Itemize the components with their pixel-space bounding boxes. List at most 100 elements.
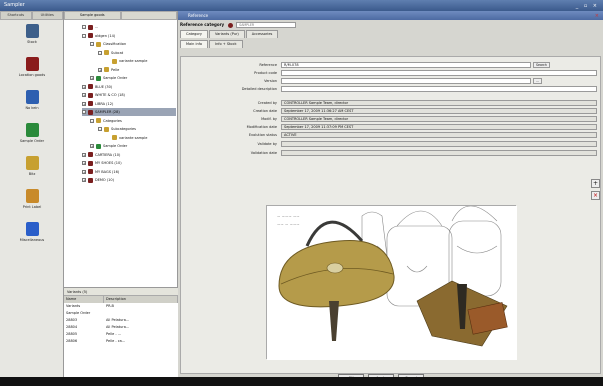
variants-rows: Variants PR-B Sample Order 28803 All Pelatur… bbox=[64, 303, 178, 345]
collapse-icon[interactable]: - bbox=[98, 127, 102, 131]
cell-name: 28803 bbox=[66, 318, 78, 322]
collapse-icon[interactable]: - bbox=[98, 50, 102, 55]
tab-category[interactable]: Category bbox=[180, 30, 208, 38]
expand-icon[interactable]: + bbox=[98, 67, 102, 72]
field-button[interactable]: Search bbox=[533, 61, 550, 68]
tree-node-label: Sample Order bbox=[103, 76, 128, 80]
table-row[interactable]: Variants PR-B bbox=[64, 303, 178, 310]
tab-main-info[interactable]: Main info bbox=[180, 40, 209, 48]
tree-node[interactable]: + BLUE (30) bbox=[82, 83, 176, 91]
tree-node[interactable]: -... bbox=[82, 23, 176, 31]
collapse-icon[interactable]: - bbox=[82, 25, 86, 29]
reference-category-field[interactable]: SAMPLER bbox=[236, 22, 297, 28]
folder-icon bbox=[96, 118, 101, 123]
misc-icon bbox=[25, 222, 39, 236]
expand-icon[interactable]: + bbox=[82, 152, 86, 157]
tree-node-label: Categories bbox=[103, 118, 122, 123]
tree-node[interactable]: + DEMO (10) bbox=[82, 176, 176, 184]
cell-description bbox=[104, 310, 178, 317]
cell-name: Sample Order bbox=[66, 311, 91, 315]
table-row[interactable]: 28806 Pelle - ca... bbox=[64, 338, 178, 345]
field-value: September 17, 2009 11:37:09 PM CEST bbox=[281, 123, 597, 130]
shortcut-misc[interactable]: Miscellaneous bbox=[0, 218, 64, 251]
tab-info-stock[interactable]: Info + Stock bbox=[209, 40, 243, 48]
expand-icon[interactable]: + bbox=[90, 76, 94, 80]
main-info-panel: Reference R/M-078 Search Product code Versio… bbox=[180, 56, 601, 374]
tree-node[interactable]: + MY SHOES (10) bbox=[82, 159, 176, 167]
tree-node[interactable]: - oldgen (14) bbox=[82, 32, 176, 40]
reference-category-bar: Reference category SAMPLER bbox=[178, 20, 603, 30]
expand-icon[interactable]: + bbox=[82, 161, 86, 165]
table-row[interactable]: 28805 Pelle - ... bbox=[64, 331, 178, 338]
col-name[interactable]: Name bbox=[64, 296, 104, 303]
field-button[interactable]: ... bbox=[533, 77, 543, 84]
tab-sample-goods[interactable]: Sample goods bbox=[64, 11, 121, 20]
shortcut-print[interactable]: Print Label bbox=[0, 185, 64, 218]
shortcut-location[interactable]: Location goods bbox=[0, 53, 64, 86]
col-description[interactable]: Description bbox=[104, 296, 178, 303]
folder-icon bbox=[96, 143, 101, 149]
tree-node[interactable]: + CARTIERA (10) bbox=[82, 151, 176, 159]
field-label: Modification date bbox=[246, 124, 277, 129]
field-value[interactable] bbox=[281, 85, 597, 92]
shortcut-stock[interactable]: Stock bbox=[0, 20, 64, 53]
tree-node[interactable]: + LIBRA (12) bbox=[82, 100, 176, 108]
folder-icon bbox=[96, 75, 101, 81]
field-value[interactable] bbox=[281, 77, 531, 84]
field-value[interactable]: R/M-078 bbox=[281, 61, 531, 68]
remove-image-button[interactable]: × bbox=[591, 191, 600, 200]
shortcut-bits[interactable]: Bitz bbox=[0, 152, 64, 185]
tree-node[interactable]: + Pelle bbox=[98, 66, 176, 74]
form-row: Modification date September 17, 2009 11:3… bbox=[181, 123, 602, 130]
collapse-icon[interactable]: - bbox=[82, 33, 86, 38]
cell-name: 28806 bbox=[66, 339, 78, 343]
tree-node[interactable]: variante sample bbox=[106, 134, 176, 142]
expand-icon[interactable]: + bbox=[82, 93, 86, 97]
shortcut-help[interactable]: No kein bbox=[0, 86, 64, 119]
tab-shortcuts[interactable]: Shortcuts bbox=[0, 11, 32, 20]
sidebar-tabs: Shortcuts Utilities bbox=[0, 11, 63, 20]
tree-node[interactable]: - Classification bbox=[90, 40, 176, 48]
tree-node[interactable]: - Subcat bbox=[98, 49, 176, 57]
tree-node-label: ... bbox=[95, 25, 99, 29]
tab-accessories[interactable]: Accessories bbox=[245, 30, 279, 38]
expand-icon[interactable]: + bbox=[82, 178, 86, 182]
tree-node[interactable]: + Sample Order bbox=[90, 74, 176, 82]
tree-node[interactable]: - Categories bbox=[90, 117, 176, 125]
tab-variants[interactable]: Variants (Pur) bbox=[209, 30, 245, 38]
tree-node[interactable]: variante sample bbox=[106, 57, 176, 65]
tree-node[interactable]: - Subcategories bbox=[98, 125, 176, 133]
cell-description: Pelle - ... bbox=[106, 332, 122, 336]
reference-category-label: Reference category bbox=[180, 22, 225, 27]
folder-icon bbox=[88, 33, 93, 38]
tree-node[interactable]: + Sample Order bbox=[90, 142, 176, 150]
tree-node-label: LIBRA (12) bbox=[95, 101, 114, 106]
tab-secondary[interactable] bbox=[120, 11, 177, 20]
field-label: Version bbox=[264, 78, 277, 83]
table-row[interactable]: 28804 All Pelatura... bbox=[64, 324, 178, 331]
folder-icon bbox=[88, 92, 93, 98]
cell-name: 28805 bbox=[66, 332, 78, 336]
tree-node[interactable]: - SAMPLER (28) bbox=[82, 108, 176, 116]
expand-icon[interactable]: + bbox=[90, 144, 94, 148]
collapse-icon[interactable]: - bbox=[82, 110, 86, 114]
field-value[interactable] bbox=[281, 69, 597, 76]
collapse-icon[interactable]: - bbox=[90, 118, 94, 123]
add-image-button[interactable]: + bbox=[591, 179, 600, 188]
table-row[interactable]: 28803 All Pelatura... bbox=[64, 317, 178, 324]
expand-icon[interactable]: + bbox=[82, 84, 86, 89]
tab-utilities[interactable]: Utilities bbox=[31, 11, 63, 20]
tree-node[interactable]: + MY BAGS (16) bbox=[82, 168, 176, 176]
form-row: Version... bbox=[181, 77, 602, 84]
close-icon[interactable]: × bbox=[595, 12, 599, 21]
expand-icon[interactable]: + bbox=[82, 169, 86, 174]
tree-node[interactable]: + WHITE & CO (18) bbox=[82, 91, 176, 99]
shortcut-order[interactable]: Sample Order bbox=[0, 119, 64, 152]
tree-node-label: Classification bbox=[103, 42, 127, 46]
expand-icon[interactable]: + bbox=[82, 101, 86, 106]
folder-icon bbox=[104, 67, 109, 72]
top-tabs: Category Variants (Pur) Accessories bbox=[178, 30, 603, 38]
tree-node-label: variante sample bbox=[119, 59, 148, 63]
collapse-icon[interactable]: - bbox=[90, 42, 94, 46]
table-row[interactable]: Sample Order bbox=[64, 310, 178, 317]
